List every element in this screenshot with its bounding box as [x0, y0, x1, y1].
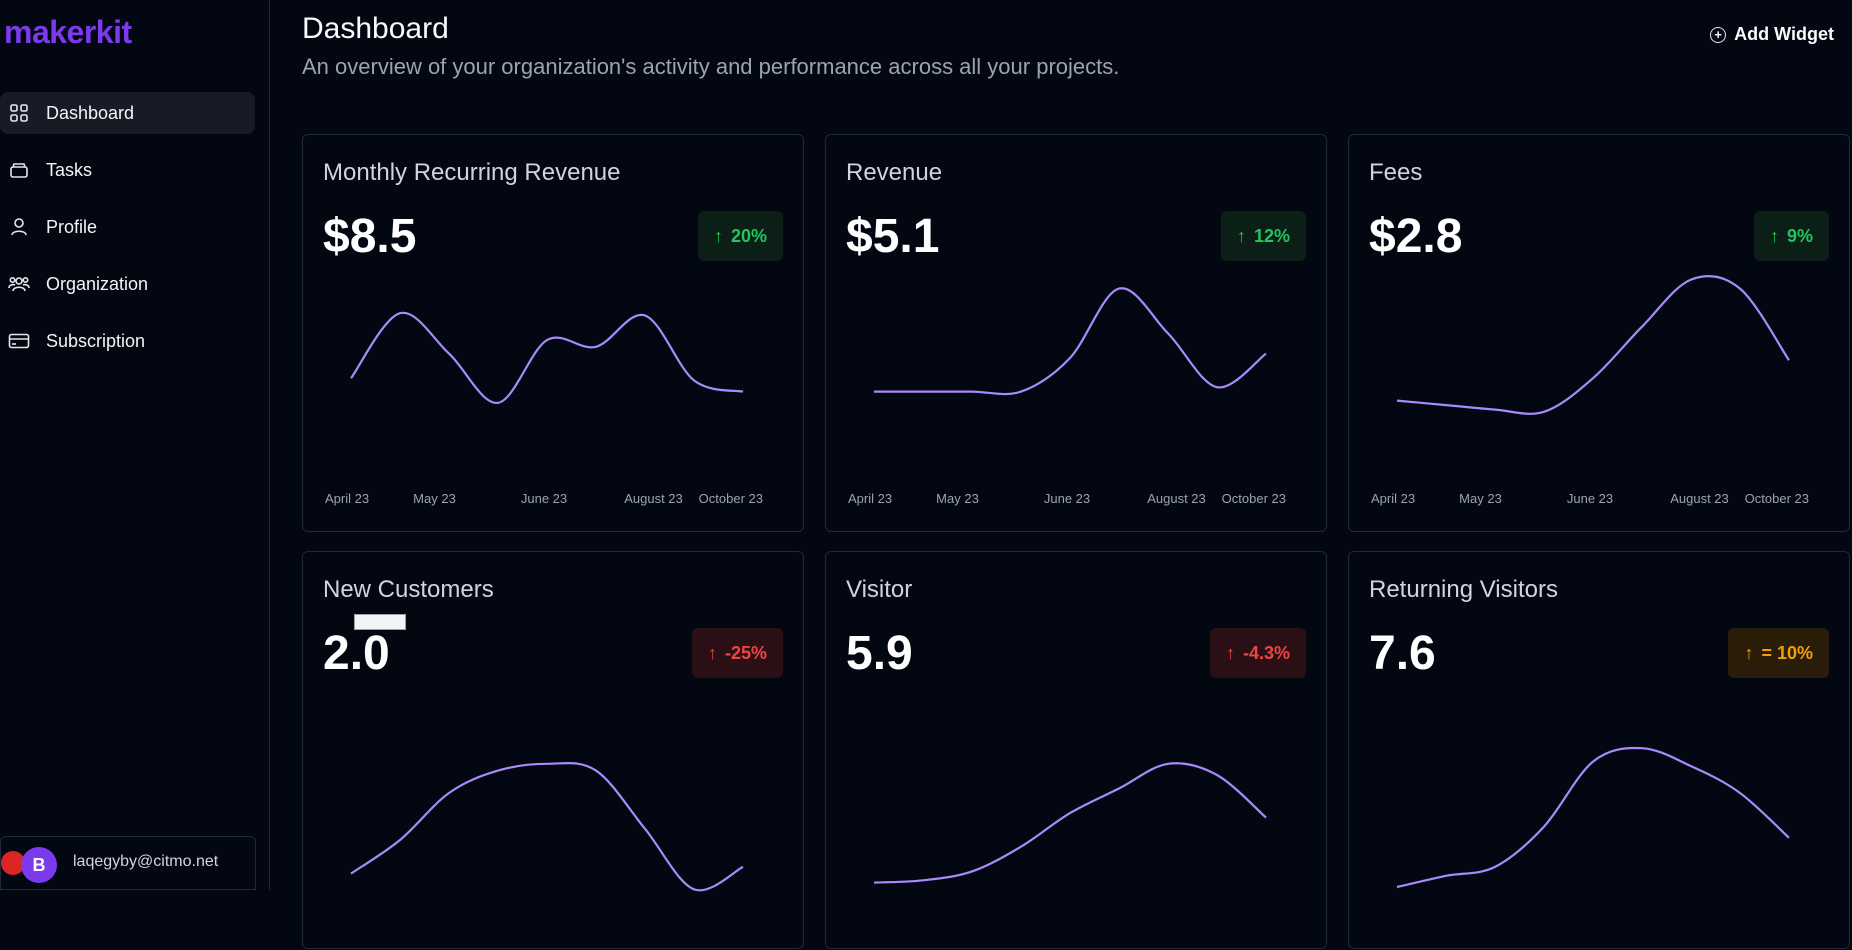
arrow-up-icon: ↑: [1744, 642, 1754, 663]
grid-icon: [8, 102, 30, 124]
series-line: [1396, 275, 1790, 415]
series-line: [873, 762, 1267, 884]
widget-card: New Customers 2.0 ↑ -25%: [302, 551, 804, 949]
credit-card-icon: [8, 330, 30, 352]
x-tick-label: May 23: [1459, 491, 1502, 506]
user-icon: [8, 216, 30, 238]
line-chart: April 23 May 23 June 23 August 23 October 23: [325, 311, 763, 506]
x-tick-label: June 23: [1567, 491, 1613, 506]
card-title: Returning Visitors: [1369, 576, 1558, 603]
trend-value: -25%: [724, 642, 767, 663]
sidebar-item-label: Tasks: [46, 159, 93, 180]
arrow-up-icon: ↑: [1225, 642, 1235, 663]
arrow-up-icon: ↑: [1769, 225, 1779, 246]
trend-badge: ↑ 12%: [1220, 211, 1306, 261]
line-chart: April 23 May 23 June 23 August 23 October 23: [1371, 275, 1809, 506]
card-value: $5.1: [846, 210, 940, 263]
card-title: Visitor: [846, 576, 913, 603]
widget-card: Returning Visitors 7.6 ↑ = 10%: [1348, 551, 1850, 949]
series-line: [874, 287, 1267, 396]
card-value: $8.5: [323, 210, 417, 263]
line-chart: April 23 May 23 June 23 August 23 October 23: [848, 287, 1286, 506]
sidebar-item-label: Organization: [46, 273, 149, 294]
sidebar: makerkit Dashboard Tasks Profile Organiz…: [0, 0, 270, 890]
card-value: 7.6: [1369, 627, 1436, 680]
trend-badge: ↑ -4.3%: [1209, 628, 1306, 678]
x-tick-label: May 23: [413, 491, 456, 506]
sidebar-item-tasks[interactable]: Tasks: [0, 149, 255, 191]
x-tick-label: October 23: [699, 491, 763, 506]
sidebar-item-profile[interactable]: Profile: [0, 206, 255, 248]
widget-card: April 23 May 23 June 23 August 23 October 23…: [302, 134, 804, 532]
card-value: 2.0: [323, 627, 390, 680]
x-tick-label: August 23: [1670, 491, 1729, 506]
trend-badge: ↑ 9%: [1753, 211, 1829, 261]
card-title: Revenue: [846, 159, 943, 186]
account-switcher[interactable]: B laqegyby@citmo.net: [0, 836, 256, 890]
sidebar-item-label: Subscription: [46, 330, 146, 351]
card-title: New Customers: [323, 576, 494, 603]
account-email: laqegyby@citmo.net: [73, 853, 219, 870]
line-chart: [1396, 746, 1790, 889]
trend-value: -4.3%: [1242, 642, 1290, 663]
trend-value: 20%: [730, 225, 767, 246]
card-title: Monthly Recurring Revenue: [323, 159, 621, 186]
x-tick-label: June 23: [1044, 491, 1090, 506]
users-icon: [8, 273, 30, 295]
line-chart: [873, 762, 1267, 884]
sidebar-item-label: Profile: [46, 216, 98, 237]
arrow-up-icon: ↑: [713, 225, 723, 246]
x-tick-label: October 23: [1222, 491, 1286, 506]
layers-icon: [8, 159, 30, 181]
sidebar-nav: Dashboard Tasks Profile Organization Sub…: [0, 92, 255, 377]
series-line: [350, 761, 744, 892]
trend-badge: ↑ = 10%: [1728, 628, 1829, 678]
trend-badge: ↑ -25%: [691, 628, 783, 678]
x-tick-label: June 23: [521, 491, 567, 506]
plus-circle-icon: +: [1710, 26, 1727, 43]
add-widget-button[interactable]: + Add Widget: [1710, 24, 1834, 45]
main-content: Dashboard An overview of your organizati…: [270, 0, 1852, 949]
x-tick-label: April 23: [848, 491, 892, 506]
card-title: Fees: [1369, 159, 1423, 186]
sidebar-item-organization[interactable]: Organization: [0, 263, 255, 305]
line-chart: [350, 761, 744, 892]
x-tick-label: April 23: [325, 491, 369, 506]
x-tick-label: August 23: [624, 491, 683, 506]
trend-badge: ↑ 20%: [697, 211, 783, 261]
logo[interactable]: makerkit: [4, 14, 132, 51]
x-tick-label: October 23: [1745, 491, 1809, 506]
widget-card: April 23 May 23 June 23 August 23 October 23…: [1348, 134, 1850, 532]
card-value: $2.8: [1369, 210, 1463, 263]
sidebar-item-label: Dashboard: [46, 102, 135, 123]
arrow-up-icon: ↑: [707, 642, 717, 663]
widget-card: Visitor 5.9 ↑ -4.3%: [825, 551, 1327, 949]
chart-tooltip: [354, 614, 406, 630]
page-subtitle: An overview of your organization's activ…: [302, 54, 1120, 79]
trend-value: 9%: [1786, 225, 1813, 246]
trend-value: = 10%: [1761, 642, 1813, 663]
series-line: [350, 311, 744, 404]
arrow-up-icon: ↑: [1236, 225, 1246, 246]
series-line: [1396, 746, 1790, 889]
x-tick-label: August 23: [1147, 491, 1206, 506]
add-widget-label: Add Widget: [1734, 24, 1834, 44]
trend-value: 12%: [1253, 225, 1290, 246]
sidebar-item-dashboard[interactable]: Dashboard: [0, 92, 255, 134]
x-tick-label: April 23: [1371, 491, 1415, 506]
card-value: 5.9: [846, 627, 913, 680]
x-tick-label: May 23: [936, 491, 979, 506]
widget-card: April 23 May 23 June 23 August 23 October 23…: [825, 134, 1327, 532]
sidebar-item-subscription[interactable]: Subscription: [0, 320, 255, 362]
page-title: Dashboard: [302, 12, 449, 45]
avatar: B: [21, 847, 57, 883]
